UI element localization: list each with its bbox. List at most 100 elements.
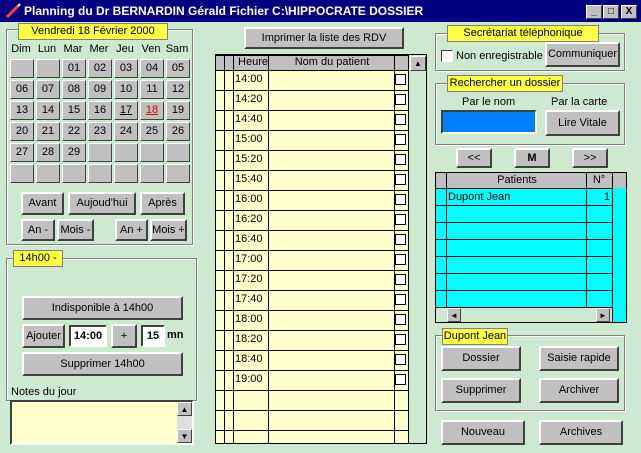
slot-checkbox[interactable] bbox=[395, 254, 406, 265]
next-day-button[interactable]: Après bbox=[140, 192, 185, 215]
schedule-row[interactable]: 15:20 bbox=[216, 150, 408, 170]
calendar-day[interactable]: 12 bbox=[166, 80, 190, 99]
calendar-day[interactable]: 24 bbox=[114, 122, 138, 141]
calendar-day[interactable]: 23 bbox=[88, 122, 112, 141]
dossier-button[interactable]: Dossier bbox=[441, 346, 521, 371]
slot-checkbox[interactable] bbox=[395, 274, 406, 285]
calendar-day[interactable]: 17 bbox=[114, 101, 138, 120]
scroll-down-arrow-icon[interactable]: ▼ bbox=[177, 429, 192, 443]
calendar-day[interactable]: 02 bbox=[88, 59, 112, 78]
scroll-up-arrow-icon[interactable]: ▲ bbox=[177, 402, 192, 416]
schedule-row[interactable]: 14:40 bbox=[216, 110, 408, 130]
calendar-day[interactable]: 28 bbox=[36, 143, 60, 162]
calendar-day[interactable]: 15 bbox=[62, 101, 86, 120]
new-button[interactable]: Nouveau bbox=[441, 420, 525, 445]
month-plus-button[interactable]: Mois + bbox=[150, 219, 187, 241]
calendar-day[interactable]: 04 bbox=[140, 59, 164, 78]
year-plus-button[interactable]: An + bbox=[115, 219, 148, 241]
slot-checkbox[interactable] bbox=[395, 94, 406, 105]
slot-checkbox[interactable] bbox=[395, 154, 406, 165]
slot-checkbox[interactable] bbox=[395, 354, 406, 365]
delete-patient-button[interactable]: Supprimer bbox=[441, 378, 521, 403]
calendar-day[interactable]: 26 bbox=[166, 122, 190, 141]
slot-checkbox[interactable] bbox=[395, 294, 406, 305]
slot-time-input[interactable]: 14:00 bbox=[69, 325, 107, 347]
schedule-row[interactable]: 16:20 bbox=[216, 210, 408, 230]
calendar-day[interactable]: 16 bbox=[88, 101, 112, 120]
schedule-row[interactable]: 17:40 bbox=[216, 290, 408, 310]
delete-slot-button[interactable]: Supprimer 14h00 bbox=[22, 352, 183, 376]
calendar-day[interactable]: 19 bbox=[166, 101, 190, 120]
calendar-day[interactable]: 13 bbox=[10, 101, 34, 120]
patients-table[interactable]: Patients N° Dupont Jean 1 ◄ ► bbox=[435, 172, 627, 323]
patient-name-search-input[interactable] bbox=[441, 110, 537, 134]
scroll-up-arrow-icon[interactable]: ▲ bbox=[410, 56, 426, 71]
calendar-day[interactable]: 20 bbox=[10, 122, 34, 141]
plus-button[interactable]: + bbox=[111, 324, 137, 348]
schedule-row[interactable]: 14:20 bbox=[216, 90, 408, 110]
schedule-row[interactable]: 18:20 bbox=[216, 330, 408, 350]
prev-patient-button[interactable]: << bbox=[456, 148, 492, 168]
scroll-right-arrow-icon[interactable]: ► bbox=[596, 308, 610, 322]
slot-checkbox[interactable] bbox=[395, 314, 406, 325]
schedule-row[interactable]: 14:00 bbox=[216, 70, 408, 90]
calendar-day[interactable]: 09 bbox=[88, 80, 112, 99]
minimize-button[interactable]: _ bbox=[586, 5, 602, 19]
schedule-scrollbar[interactable]: ▲ bbox=[408, 55, 426, 443]
schedule-grid[interactable]: Heure Nom du patient 14:00 14:20 14:40 15:0… bbox=[215, 54, 427, 444]
schedule-row[interactable]: 16:40 bbox=[216, 230, 408, 250]
calendar-day[interactable]: 14 bbox=[36, 101, 60, 120]
slot-checkbox[interactable] bbox=[395, 194, 406, 205]
schedule-row[interactable]: 15:40 bbox=[216, 170, 408, 190]
calendar-day[interactable]: 22 bbox=[62, 122, 86, 141]
middle-patient-button[interactable]: M bbox=[514, 148, 550, 168]
slot-checkbox[interactable] bbox=[395, 374, 406, 385]
calendar-day[interactable]: 08 bbox=[62, 80, 86, 99]
schedule-row[interactable]: 17:00 bbox=[216, 250, 408, 270]
schedule-row[interactable]: 15:00 bbox=[216, 130, 408, 150]
unavailable-slot-button[interactable]: Indisponible à 14h00 bbox=[22, 296, 183, 320]
notes-textarea[interactable]: ▲ ▼ bbox=[10, 400, 194, 445]
slot-checkbox[interactable] bbox=[395, 234, 406, 245]
patient-row[interactable]: Dupont Jean 1 bbox=[436, 189, 612, 205]
slot-checkbox[interactable] bbox=[395, 174, 406, 185]
calendar-day[interactable]: 07 bbox=[36, 80, 60, 99]
slot-checkbox[interactable] bbox=[395, 134, 406, 145]
maximize-button[interactable]: □ bbox=[603, 5, 619, 19]
next-patient-button[interactable]: >> bbox=[572, 148, 608, 168]
print-rdv-button[interactable]: Imprimer la liste des RDV bbox=[244, 27, 404, 49]
scroll-left-arrow-icon[interactable]: ◄ bbox=[447, 308, 461, 322]
calendar-day[interactable]: 01 bbox=[62, 59, 86, 78]
archives-button[interactable]: Archives bbox=[539, 420, 623, 445]
add-slot-button[interactable]: Ajouter bbox=[22, 324, 65, 348]
archive-patient-button[interactable]: Archiver bbox=[539, 378, 619, 403]
slot-checkbox[interactable] bbox=[395, 334, 406, 345]
title-bar[interactable]: Planning du Dr BERNARDIN Gérald Fichier … bbox=[0, 0, 641, 22]
schedule-row[interactable]: 19:00 bbox=[216, 370, 408, 390]
calendar-day[interactable]: 27 bbox=[10, 143, 34, 162]
calendar-day[interactable]: 29 bbox=[62, 143, 86, 162]
notes-scrollbar[interactable]: ▲ ▼ bbox=[177, 402, 192, 443]
schedule-row[interactable]: 17:20 bbox=[216, 270, 408, 290]
calendar-day[interactable]: 11 bbox=[140, 80, 164, 99]
calendar-day[interactable]: 10 bbox=[114, 80, 138, 99]
prev-day-button[interactable]: Avant bbox=[21, 192, 64, 215]
communicate-button[interactable]: Communiquer bbox=[545, 42, 620, 67]
duration-input[interactable]: 15 bbox=[141, 325, 165, 347]
patients-hscrollbar[interactable]: ◄ ► bbox=[436, 307, 612, 322]
slot-checkbox[interactable] bbox=[395, 74, 406, 85]
today-button[interactable]: Aujoud'hui bbox=[68, 192, 136, 215]
calendar-day[interactable]: 18 bbox=[140, 101, 164, 120]
slot-checkbox[interactable] bbox=[395, 214, 406, 225]
calendar-day[interactable]: 25 bbox=[140, 122, 164, 141]
year-minus-button[interactable]: An - bbox=[21, 219, 55, 241]
schedule-row[interactable]: 18:00 bbox=[216, 310, 408, 330]
calendar-day[interactable]: 05 bbox=[166, 59, 190, 78]
read-vitale-button[interactable]: Lire Vitale bbox=[545, 110, 620, 136]
calendar-day[interactable]: 21 bbox=[36, 122, 60, 141]
calendar-day[interactable]: 03 bbox=[114, 59, 138, 78]
slot-checkbox[interactable] bbox=[395, 114, 406, 125]
schedule-row[interactable]: 18:40 bbox=[216, 350, 408, 370]
non-record-checkbox[interactable] bbox=[441, 50, 453, 62]
calendar-day[interactable]: 06 bbox=[10, 80, 34, 99]
